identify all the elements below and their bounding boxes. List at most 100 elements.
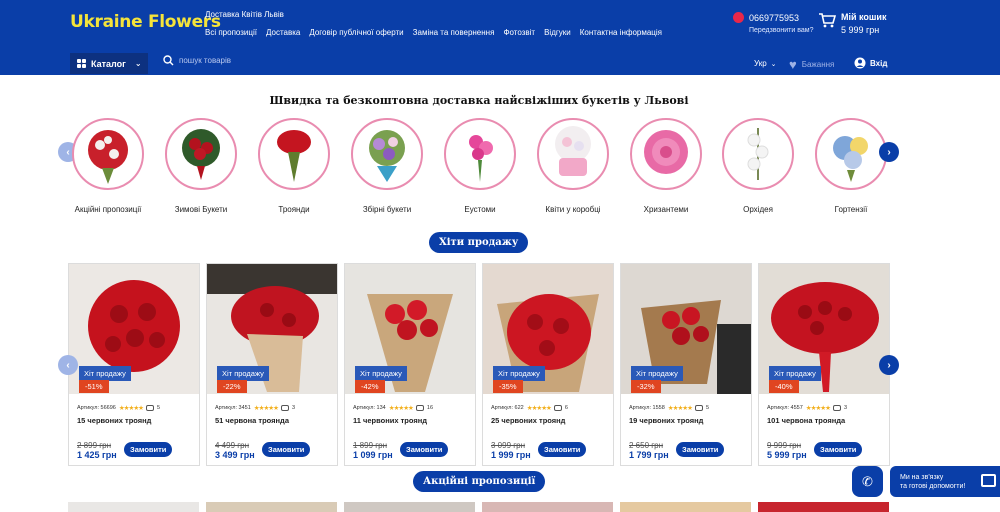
chat-widget-button[interactable]: Ми на зв'язку та готові допомогти! <box>890 466 1000 497</box>
promo-thumb[interactable] <box>344 502 475 512</box>
old-price: 1 899 грн <box>353 441 388 450</box>
order-button[interactable]: Замовити <box>814 442 863 457</box>
comment-icon <box>146 405 154 411</box>
product-carousel: Хіт продажу -51% Артикул: 56696 ★★★★★ 5 … <box>68 263 891 467</box>
category-item[interactable]: Еустоми <box>440 118 520 214</box>
cart-sum: 5 999 грн <box>841 25 880 35</box>
search-input[interactable] <box>179 56 479 65</box>
site-logo[interactable]: Ukraine Flowers <box>70 12 221 32</box>
review-count: 3 <box>291 405 295 411</box>
rating-stars: ★★★★★ <box>667 405 693 412</box>
comment-icon <box>415 405 424 411</box>
category-carousel: Акційні пропозиції Зимові Букети Троянди… <box>70 118 890 218</box>
comment-icon <box>832 405 841 411</box>
city-delivery-link[interactable]: Доставка Квітів Львів <box>205 10 284 19</box>
category-item[interactable]: Троянди <box>254 118 334 214</box>
nav-contacts[interactable]: Контактна інформація <box>580 28 662 37</box>
promo-thumb[interactable] <box>206 502 337 512</box>
nav-delivery[interactable]: Доставка <box>266 28 300 37</box>
product-name[interactable]: 51 червона троянда <box>215 416 289 425</box>
promo-thumb[interactable] <box>620 502 751 512</box>
category-item[interactable]: Гортензії <box>811 118 891 214</box>
callback-link[interactable]: Передзвонити вам? <box>749 27 813 34</box>
old-price: 3 099 грн <box>491 441 526 450</box>
catalog-button[interactable]: Каталог ⌄ <box>70 53 148 74</box>
product-card[interactable]: Хіт продажу -42% Артикул: 134 ★★★★★ 16 1… <box>344 263 476 466</box>
category-item[interactable]: Збірні букети <box>347 118 427 214</box>
product-card[interactable]: Хіт продажу -22% Артикул: 3451 ★★★★★ 3 5… <box>206 263 338 466</box>
chevron-down-icon: ⌄ <box>134 59 142 68</box>
nav-all-offers[interactable]: Всі пропозиції <box>205 28 257 37</box>
product-image: Хіт продажу -32% <box>621 264 751 394</box>
phone-icon: ✆ <box>862 473 873 489</box>
product-name[interactable]: 25 червоних троянд <box>491 416 565 425</box>
cart-title: Мій кошик <box>841 12 887 22</box>
product-card[interactable]: Хіт продажу -32% Артикул: 1558 ★★★★★ 5 1… <box>620 263 752 466</box>
language-select[interactable]: Укр ⌄ <box>754 59 777 68</box>
bestseller-badge: Хіт продажу <box>79 366 131 381</box>
category-item[interactable]: Хризантеми <box>626 118 706 214</box>
product-article: Артикул: 4557 <box>767 405 803 411</box>
product-article: Артикул: 1558 <box>629 405 665 411</box>
order-button[interactable]: Замовити <box>400 442 449 457</box>
bestseller-badge: Хіт продажу <box>493 366 545 381</box>
order-button[interactable]: Замовити <box>538 442 587 457</box>
product-name[interactable]: 101 червона троянда <box>767 416 845 425</box>
product-image: Хіт продажу -42% <box>345 264 475 394</box>
nav-reviews[interactable]: Відгуки <box>544 28 571 37</box>
nav-photo-report[interactable]: Фотозвіт <box>503 28 535 37</box>
discount-badge: -32% <box>631 380 661 393</box>
product-name[interactable]: 19 червоних троянд <box>629 416 703 425</box>
promotions-row-preview <box>68 502 891 512</box>
promo-thumb[interactable] <box>758 502 889 512</box>
phone-number-text: 0669775953 <box>749 12 800 23</box>
search-bar <box>163 55 479 66</box>
nav-returns[interactable]: Заміна та повернення <box>413 28 495 37</box>
bestseller-badge: Хіт продажу <box>355 366 407 381</box>
product-meta: Артикул: 4557 ★★★★★ 3 <box>767 404 847 412</box>
site-header: Ukraine Flowers Доставка Квітів Львів Вс… <box>0 0 1000 75</box>
product-article: Артикул: 134 <box>353 405 386 411</box>
product-name[interactable]: 11 червоних троянд <box>353 416 427 425</box>
products-next-arrow[interactable]: › <box>879 355 899 375</box>
call-button[interactable]: ✆ <box>852 466 883 497</box>
category-item[interactable]: Зимові Букети <box>161 118 241 214</box>
order-button[interactable]: Замовити <box>262 442 311 457</box>
order-button[interactable]: Замовити <box>124 442 173 457</box>
old-price: 9 999 грн <box>767 441 802 450</box>
comment-icon <box>694 405 703 411</box>
products-prev-arrow[interactable]: ‹ <box>58 355 78 375</box>
product-image: Хіт продажу -40% <box>759 264 889 394</box>
product-card[interactable]: Хіт продажу -51% Артикул: 56696 ★★★★★ 5 … <box>68 263 200 466</box>
bestsellers-heading[interactable]: Хіти продажу <box>429 232 529 253</box>
category-item[interactable]: Квіти у коробці <box>533 118 613 214</box>
review-count: 5 <box>157 405 161 411</box>
wishlist-link[interactable]: ♥ Бажання <box>789 57 834 72</box>
current-price: 3 499 грн <box>215 450 255 460</box>
product-image: Хіт продажу -51% <box>69 264 199 394</box>
phone-number[interactable]: 0669775953 <box>733 12 799 23</box>
product-article: Артикул: 3451 <box>215 405 251 411</box>
white-orchid-photo <box>722 118 794 190</box>
pink-eustoma-photo <box>444 118 516 190</box>
login-link[interactable]: Вхід <box>854 57 887 69</box>
login-label: Вхід <box>870 58 888 68</box>
product-image: Хіт продажу -35% <box>483 264 613 394</box>
categories-next-arrow[interactable]: › <box>879 142 899 162</box>
category-label: Орхідея <box>743 205 773 214</box>
cart-icon <box>819 13 836 28</box>
cart-button[interactable]: Мій кошик 5 999 грн <box>818 12 886 35</box>
promotions-heading[interactable]: Акційні пропозиції <box>413 471 546 492</box>
old-price: 4 499 грн <box>215 441 250 450</box>
hydrangea-photo <box>815 118 887 190</box>
promo-thumb[interactable] <box>68 502 199 512</box>
product-card[interactable]: Хіт продажу -40% Артикул: 4557 ★★★★★ 3 1… <box>758 263 890 466</box>
category-item[interactable]: Акційні пропозиції <box>68 118 148 214</box>
promo-thumb[interactable] <box>482 502 613 512</box>
category-label: Збірні букети <box>362 205 412 214</box>
order-button[interactable]: Замовити <box>676 442 725 457</box>
product-card[interactable]: Хіт продажу -35% Артикул: 622 ★★★★★ 6 25… <box>482 263 614 466</box>
nav-public-offer[interactable]: Договір публічної оферти <box>309 28 403 37</box>
category-item[interactable]: Орхідея <box>718 118 798 214</box>
product-name[interactable]: 15 червоних троянд <box>77 416 151 425</box>
